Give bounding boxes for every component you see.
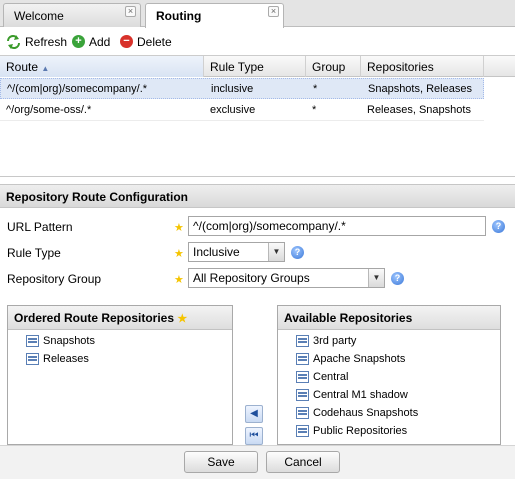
refresh-icon xyxy=(7,34,20,49)
repository-icon xyxy=(296,335,309,347)
required-star-icon: ★ xyxy=(174,248,184,260)
tab-bar: Welcome × Routing × xyxy=(0,0,515,28)
list-item[interactable]: Codehaus Snapshots xyxy=(296,404,418,422)
close-icon[interactable]: × xyxy=(125,6,136,17)
help-icon[interactable]: ? xyxy=(492,220,505,233)
list-item-label: Central M1 shadow xyxy=(313,389,408,401)
repository-icon xyxy=(296,425,309,437)
refresh-button[interactable]: Refresh xyxy=(6,33,67,50)
repository-icon xyxy=(296,371,309,383)
ordered-repositories-title: Ordered Route Repositories xyxy=(14,311,175,325)
tab-routing[interactable]: Routing × xyxy=(145,3,284,28)
repository-icon xyxy=(26,335,39,347)
list-item-label: Snapshots xyxy=(43,335,95,347)
cell-rule-type: inclusive xyxy=(211,83,254,95)
cell-repositories: Snapshots, Releases xyxy=(368,83,472,95)
column-group-label: Group xyxy=(312,60,346,74)
cell-group: * xyxy=(313,83,318,95)
repository-icon xyxy=(296,389,309,401)
list-item[interactable]: Public Repositories xyxy=(296,422,407,440)
url-pattern-value: ^/(com|org)/somecompany/.* xyxy=(193,219,346,233)
rule-type-label: Rule Type xyxy=(7,246,61,260)
repository-group-label: Repository Group xyxy=(7,272,102,286)
delete-button[interactable]: − Delete xyxy=(120,33,172,50)
sort-asc-icon: ▲ xyxy=(41,64,50,73)
chevron-down-icon[interactable]: ▼ xyxy=(368,269,384,287)
move-left-button[interactable]: ◀ xyxy=(245,405,263,423)
delete-label: Delete xyxy=(137,34,172,49)
tab-routing-label: Routing xyxy=(156,9,202,23)
list-item-label: 3rd party xyxy=(313,335,357,347)
repository-icon xyxy=(296,353,309,365)
list-item[interactable]: 3rd party xyxy=(296,332,356,350)
add-button[interactable]: + Add xyxy=(72,33,110,50)
column-rule-type-label: Rule Type xyxy=(210,60,264,74)
available-repositories-title: Available Repositories xyxy=(284,311,413,325)
ordered-repositories-header: Ordered Route Repositories ★ xyxy=(8,306,232,330)
move-all-left-button[interactable]: ⏮ xyxy=(245,427,263,445)
routes-grid: Route ▲ Rule Type Group Repositories ^/(… xyxy=(0,55,515,177)
add-label: Add xyxy=(89,34,111,49)
tab-welcome-label: Welcome xyxy=(14,9,64,23)
available-repositories-list[interactable]: Available Repositories 3rd party Apache … xyxy=(277,305,501,445)
grid-header: Route ▲ Rule Type Group Repositories xyxy=(0,56,515,77)
cell-route: ^/org/some-oss/.* xyxy=(6,104,92,116)
list-item[interactable]: Releases xyxy=(26,350,89,368)
list-item[interactable]: Central M1 shadow xyxy=(296,386,408,404)
repository-group-value: All Repository Groups xyxy=(193,271,310,285)
rule-type-select[interactable]: Inclusive ▼ xyxy=(188,242,285,262)
url-pattern-label: URL Pattern xyxy=(7,220,73,234)
table-row[interactable]: ^/org/some-oss/.* exclusive * Releases, … xyxy=(0,100,484,121)
cell-rule-type: exclusive xyxy=(210,104,256,116)
repository-group-select[interactable]: All Repository Groups ▼ xyxy=(188,268,385,288)
required-star-icon: ★ xyxy=(177,313,188,325)
column-header-repositories[interactable]: Repositories xyxy=(361,56,484,77)
arrow-left-icon: ◀ xyxy=(250,408,258,419)
list-item-label: Central xyxy=(313,371,349,383)
available-repositories-header: Available Repositories xyxy=(278,306,500,330)
list-item-label: Codehaus Snapshots xyxy=(313,407,419,419)
add-icon: + xyxy=(72,35,85,48)
list-item-label: Apache Snapshots xyxy=(313,353,406,365)
column-header-group[interactable]: Group xyxy=(306,56,361,77)
required-star-icon: ★ xyxy=(174,274,184,286)
column-header-rule-type[interactable]: Rule Type xyxy=(204,56,306,77)
cancel-button[interactable]: Cancel xyxy=(266,451,340,473)
toolbar: Refresh + Add − Delete xyxy=(0,28,515,55)
list-item[interactable]: Central xyxy=(296,368,348,386)
repository-icon xyxy=(26,353,39,365)
close-icon[interactable]: × xyxy=(268,6,279,17)
panel-title: Repository Route Configuration xyxy=(0,184,515,208)
rule-type-value: Inclusive xyxy=(193,245,240,259)
help-icon[interactable]: ? xyxy=(291,246,304,259)
list-item[interactable]: Apache Snapshots xyxy=(296,350,405,368)
required-star-icon: ★ xyxy=(174,222,184,234)
cell-route: ^/(com|org)/somecompany/.* xyxy=(7,83,148,95)
url-pattern-input[interactable]: ^/(com|org)/somecompany/.* xyxy=(188,216,486,236)
cell-group: * xyxy=(312,104,317,116)
arrow-first-icon: ⏮ xyxy=(249,430,259,441)
column-repositories-label: Repositories xyxy=(367,60,434,74)
column-header-route[interactable]: Route ▲ xyxy=(0,56,204,77)
repository-icon xyxy=(296,407,309,419)
delete-icon: − xyxy=(120,35,133,48)
list-item-label: Public Repositories xyxy=(313,425,408,437)
ordered-repositories-list[interactable]: Ordered Route Repositories ★ Snapshots R… xyxy=(7,305,233,445)
tab-welcome[interactable]: Welcome × xyxy=(3,3,141,27)
table-row[interactable]: ^/(com|org)/somecompany/.* inclusive * S… xyxy=(0,78,484,99)
column-route-label: Route xyxy=(6,60,39,74)
save-button[interactable]: Save xyxy=(184,451,258,473)
chevron-down-icon[interactable]: ▼ xyxy=(268,243,284,261)
refresh-label: Refresh xyxy=(25,34,68,49)
list-item-label: Releases xyxy=(43,353,89,365)
list-item[interactable]: Snapshots xyxy=(26,332,95,350)
cell-repositories: Releases, Snapshots xyxy=(367,104,471,116)
help-icon[interactable]: ? xyxy=(391,272,404,285)
